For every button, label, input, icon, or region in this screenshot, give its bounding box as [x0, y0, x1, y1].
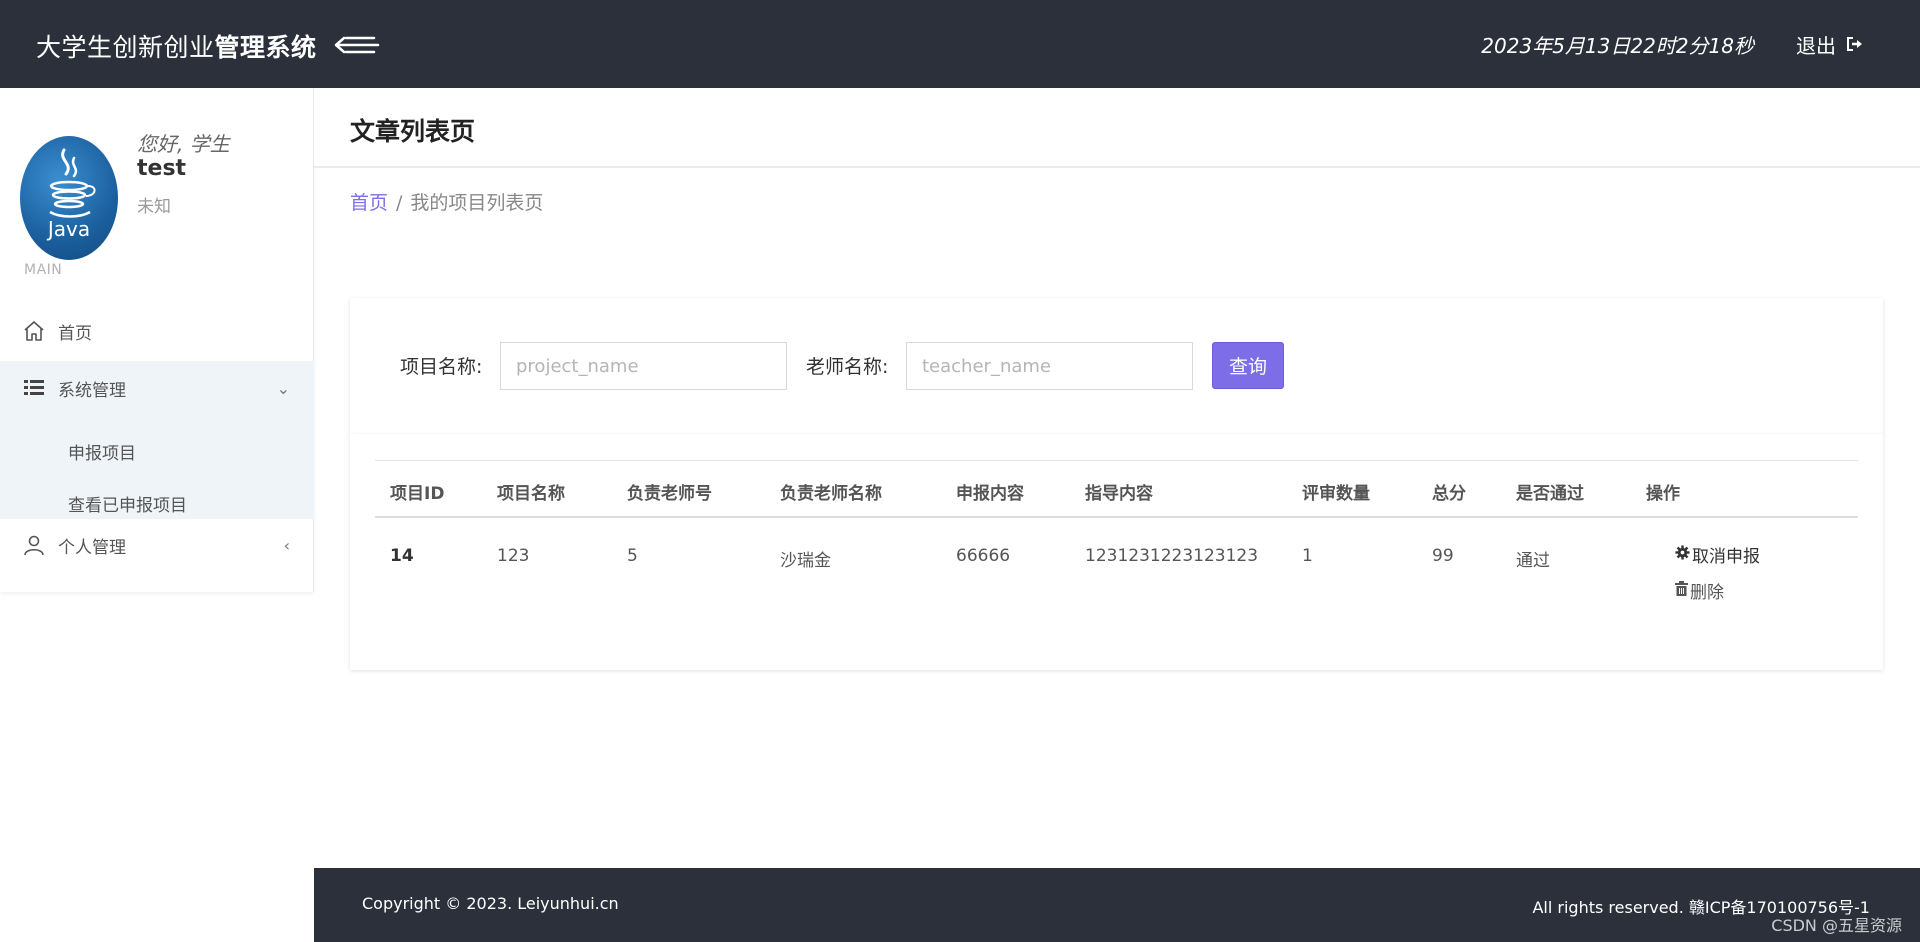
table-row: 14 123 5 沙瑞金 66666 1231231223123123 1 99… — [375, 518, 1858, 628]
chevron-down-icon: ⌄ — [276, 378, 290, 398]
current-datetime: 2023年5月13日22时2分18秒 — [1481, 34, 1754, 58]
column-header-score: 总分 — [1432, 484, 1466, 504]
brand-title-main: 大学生创新创业 — [36, 33, 215, 62]
sidebar-section-label: MAIN — [24, 262, 63, 278]
top-navbar: 大学生创新创业管理系统 2023年5月13日22时2分18秒 退出 — [0, 0, 1920, 88]
avatar-logo-text: Java — [46, 217, 90, 241]
avatar: Java — [20, 136, 118, 260]
sidebar-item-home[interactable]: 首页 — [0, 304, 314, 358]
delete-button[interactable]: 删除 — [1675, 578, 1724, 603]
list-icon — [22, 376, 46, 400]
logout-label: 退出 — [1796, 34, 1836, 58]
column-header-review-count: 评审数量 — [1302, 484, 1370, 504]
brand-title-tail: 管理系统 — [214, 33, 317, 62]
menu-fold-icon[interactable] — [334, 32, 382, 58]
cell-project-name: 123 — [497, 546, 530, 566]
cell-passed: 通过 — [1516, 551, 1550, 571]
column-header-teacher-no: 负责老师号 — [627, 484, 712, 504]
page-header: 文章列表页 — [314, 88, 1920, 168]
cell-guide-content: 1231231223123123 — [1085, 546, 1259, 566]
sidebar: Java 您好, 学生 test 未知 MAIN 首页 系统管理 ⌄ 申报项目 … — [0, 88, 314, 592]
trash-icon — [1675, 580, 1688, 601]
teacher-name-input[interactable] — [906, 342, 1193, 390]
cell-teacher-name: 沙瑞金 — [780, 551, 831, 571]
java-logo-icon: Java — [46, 148, 96, 241]
delete-label: 删除 — [1690, 583, 1724, 603]
sidebar-item-system[interactable]: 系统管理 ⌄ — [0, 361, 314, 415]
cell-id: 14 — [390, 546, 414, 566]
cell-teacher-no: 5 — [627, 546, 638, 566]
sidebar-subitem-view-applied[interactable]: 查看已申报项目 — [68, 491, 187, 516]
brand-title[interactable]: 大学生创新创业管理系统 — [36, 28, 317, 64]
footer: Copyright © 2023. Leiyunhui.cn All right… — [314, 868, 1920, 942]
column-header-id: 项目ID — [390, 484, 445, 504]
user-greeting: 您好, 学生 — [137, 132, 230, 156]
submenu-system: 申报项目 查看已申报项目 — [0, 415, 314, 519]
cancel-apply-label: 取消申报 — [1692, 547, 1760, 567]
cell-apply-content: 66666 — [956, 546, 1011, 566]
query-button[interactable]: 查询 — [1212, 342, 1284, 389]
watermark: CSDN @五星资源 — [1771, 916, 1902, 935]
project-name-label: 项目名称: — [400, 356, 483, 378]
user-icon — [22, 533, 46, 557]
cell-score: 99 — [1432, 546, 1454, 566]
project-table: 项目ID 项目名称 负责老师号 负责老师名称 申报内容 指导内容 评审数量 总分… — [375, 460, 1858, 628]
search-panel: 项目名称: 老师名称: 查询 — [350, 298, 1883, 434]
user-name: test — [137, 156, 187, 181]
project-table-panel: 项目ID 项目名称 负责老师号 负责老师名称 申报内容 指导内容 评审数量 总分… — [350, 434, 1883, 670]
table-header-row: 项目ID 项目名称 负责老师号 负责老师名称 申报内容 指导内容 评审数量 总分… — [375, 460, 1858, 518]
teacher-name-label: 老师名称: — [806, 356, 889, 378]
sidebar-item-label: 系统管理 — [58, 380, 126, 401]
column-header-guide-content: 指导内容 — [1085, 484, 1153, 504]
page-title: 文章列表页 — [350, 117, 476, 146]
user-role: 未知 — [137, 197, 171, 217]
sign-out-icon — [1846, 33, 1864, 57]
sidebar-item-label: 个人管理 — [58, 537, 126, 558]
sidebar-subitem-apply-project[interactable]: 申报项目 — [68, 439, 136, 464]
cell-review-count: 1 — [1302, 546, 1313, 566]
column-header-apply-content: 申报内容 — [956, 484, 1024, 504]
project-name-input[interactable] — [500, 342, 787, 390]
sidebar-item-label: 首页 — [58, 323, 92, 344]
column-header-passed: 是否通过 — [1516, 484, 1584, 504]
cancel-apply-button[interactable]: 取消申报 — [1675, 542, 1760, 567]
breadcrumb-home-link[interactable]: 首页 — [350, 192, 388, 214]
footer-copyright: Copyright © 2023. Leiyunhui.cn — [362, 894, 619, 913]
breadcrumb-current: 我的项目列表页 — [410, 192, 544, 214]
logout-button[interactable]: 退出 — [1796, 30, 1864, 59]
chevron-left-icon: ‹ — [283, 535, 290, 555]
sidebar-item-personal[interactable]: 个人管理 ‹ — [0, 518, 314, 572]
breadcrumb-separator: / — [396, 192, 403, 214]
home-icon — [22, 319, 46, 343]
gear-icon — [1675, 544, 1690, 565]
breadcrumb: 首页 / 我的项目列表页 — [350, 188, 543, 215]
column-header-teacher-name: 负责老师名称 — [780, 484, 882, 504]
column-header-actions: 操作 — [1646, 484, 1680, 504]
column-header-project-name: 项目名称 — [497, 484, 565, 504]
